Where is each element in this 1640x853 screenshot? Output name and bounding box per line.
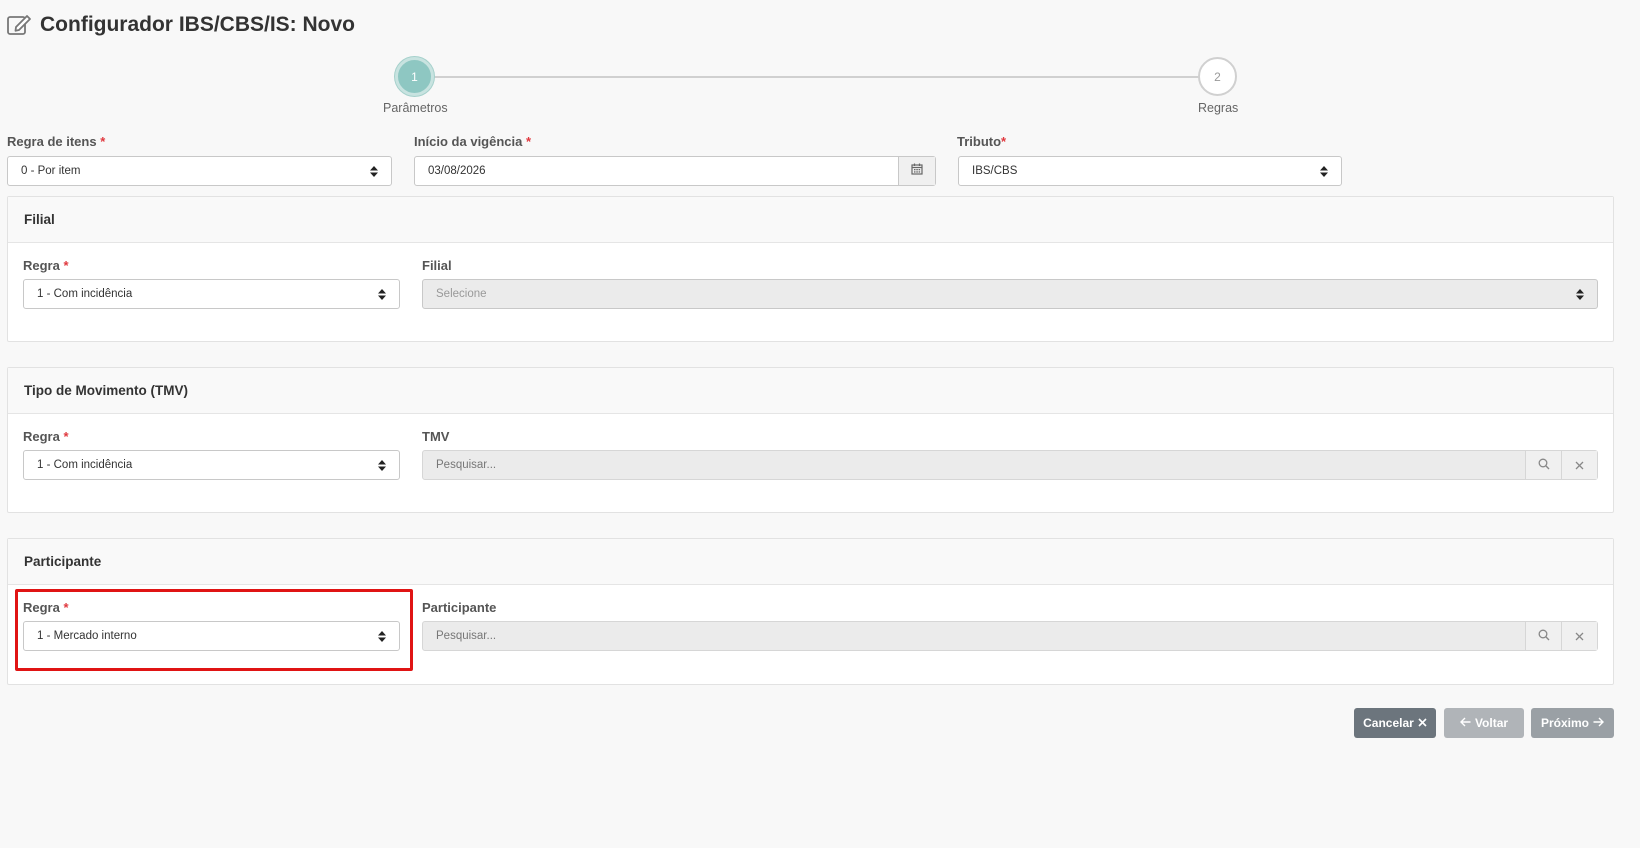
tmv-label: TMV — [422, 429, 450, 444]
required-marker: * — [63, 258, 69, 273]
tmv-regra-select[interactable]: 1 - Com incidência — [23, 450, 400, 480]
regra-itens-select[interactable]: 0 - Por item — [7, 156, 392, 186]
required-marker: * — [63, 429, 69, 444]
tmv-panel: Tipo de Movimento (TMV) — [7, 367, 1614, 513]
participante-search-input[interactable]: Pesquisar... — [423, 622, 1525, 650]
arrow-left-icon — [1459, 716, 1471, 730]
tmv-panel-title: Tipo de Movimento (TMV) — [8, 368, 1613, 414]
stepper-line — [433, 76, 1199, 78]
tributo-label: Tributo* — [957, 134, 1007, 149]
participante-label: Participante — [422, 600, 497, 615]
inicio-vigencia-label: Início da vigência * — [414, 134, 532, 149]
tributo-select[interactable]: IBS/CBS — [958, 156, 1342, 186]
participante-search-button[interactable] — [1525, 622, 1561, 650]
close-icon — [1575, 629, 1584, 644]
filial-label: Filial — [422, 258, 452, 273]
filial-select[interactable]: Selecione — [422, 279, 1598, 309]
step-1-circle[interactable]: 1 — [395, 57, 434, 96]
tmv-clear-button[interactable] — [1561, 451, 1597, 479]
back-button[interactable]: Voltar — [1444, 708, 1524, 738]
step-2-circle[interactable]: 2 — [1198, 57, 1237, 96]
sort-arrows-icon — [370, 165, 378, 177]
tmv-regra-label: Regra * — [23, 429, 69, 444]
edit-icon — [6, 12, 32, 38]
regra-itens-label: Regra de itens * — [7, 134, 106, 149]
required-marker: * — [1001, 134, 1007, 149]
filial-panel-title: Filial — [8, 197, 1613, 243]
wizard-stepper: 1 Parâmetros 2 Regras — [0, 55, 1640, 125]
required-marker: * — [526, 134, 532, 149]
page: Configurador IBS/CBS/IS: Novo 1 Parâmetr… — [0, 0, 1640, 848]
page-title: Configurador IBS/CBS/IS: Novo — [40, 13, 355, 36]
highlight-box — [15, 589, 413, 671]
close-icon — [1575, 458, 1584, 473]
calendar-button[interactable] — [898, 157, 935, 185]
calendar-icon — [911, 162, 923, 180]
search-icon — [1538, 458, 1550, 473]
filial-regra-label: Regra * — [23, 258, 69, 273]
tmv-search-input[interactable]: Pesquisar... — [423, 451, 1525, 479]
sort-arrows-icon — [1576, 288, 1584, 300]
participante-search-field[interactable]: Pesquisar... — [422, 621, 1598, 651]
page-header: Configurador IBS/CBS/IS: Novo — [6, 12, 355, 38]
tmv-search-field[interactable]: Pesquisar... — [422, 450, 1598, 480]
search-icon — [1538, 629, 1550, 644]
next-button[interactable]: Próximo — [1531, 708, 1614, 738]
sort-arrows-icon — [1320, 165, 1328, 177]
inicio-vigencia-input[interactable]: 03/08/2026 — [414, 156, 936, 186]
cancel-button[interactable]: Cancelar — [1354, 708, 1436, 738]
tmv-search-button[interactable] — [1525, 451, 1561, 479]
arrow-right-icon — [1593, 716, 1604, 730]
participante-panel-title: Participante — [8, 539, 1613, 585]
inicio-vigencia-value[interactable]: 03/08/2026 — [415, 157, 898, 185]
sort-arrows-icon — [378, 459, 386, 471]
required-marker: * — [100, 134, 106, 149]
filial-panel: Filial — [7, 196, 1614, 342]
filial-regra-select[interactable]: 1 - Com incidência — [23, 279, 400, 309]
sort-arrows-icon — [378, 288, 386, 300]
close-icon — [1418, 716, 1427, 730]
step-1-label: Parâmetros — [383, 101, 448, 115]
participante-clear-button[interactable] — [1561, 622, 1597, 650]
step-2-label: Regras — [1198, 101, 1239, 115]
